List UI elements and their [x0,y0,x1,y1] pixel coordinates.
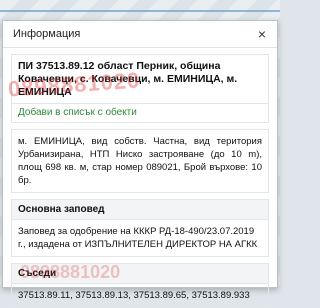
watermark-text-bottom: 0898881020 [20,262,121,282]
add-to-list-link[interactable]: Добави в списък с обекти [11,103,269,123]
neighbors-section-text: 37513.89.11, 37513.89.13, 37513.89.65, 3… [11,283,269,308]
map-line [0,10,280,12]
dialog-title: Информация [13,28,81,40]
order-section-title: Основна заповед [11,199,269,219]
order-section-text: Заповед за одобрение на КККР РД-18-490/2… [11,219,269,257]
close-icon[interactable]: × [255,27,269,41]
dialog-header: Информация × [3,21,277,48]
property-description: м. ЕМИНИЦА, вид собств. Частна, вид тери… [11,129,269,193]
info-dialog: Информация × ПИ 37513.89.12 област Перни… [2,20,278,308]
